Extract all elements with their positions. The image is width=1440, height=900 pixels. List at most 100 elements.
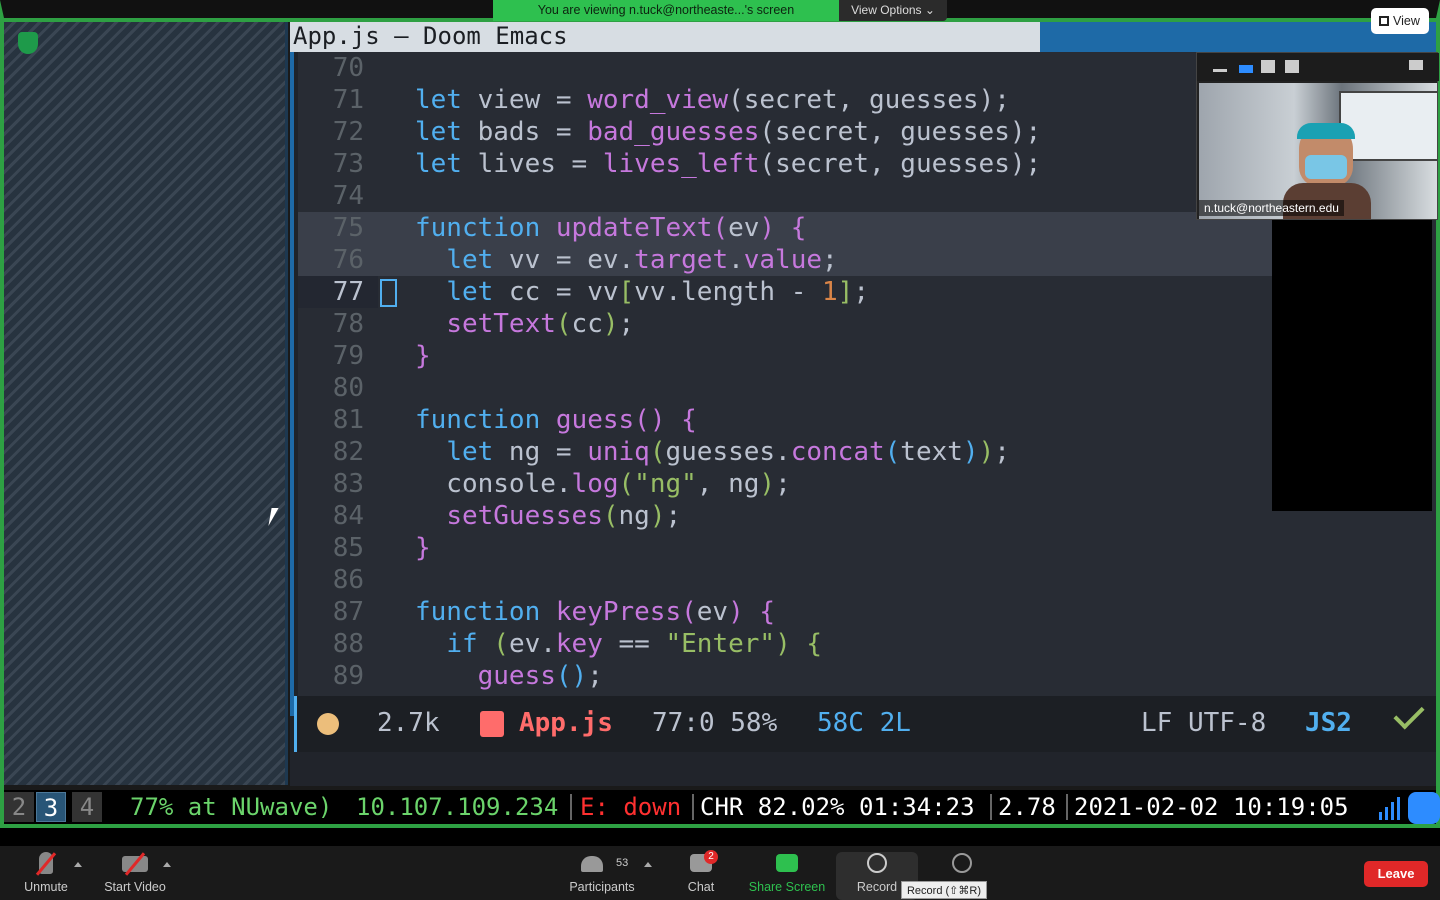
save-icon (480, 711, 504, 737)
participants-icon (581, 856, 603, 872)
participants-options-chevron-icon[interactable] (644, 862, 652, 867)
record-tooltip: Record (⇧⌘R) (901, 881, 987, 899)
participants-label: Participants (569, 880, 635, 894)
leave-meeting-button[interactable]: Leave (1364, 861, 1428, 887)
line-number: 86 (332, 565, 364, 595)
participants-button[interactable]: 53 Participants (562, 846, 642, 900)
grid-icon (1379, 16, 1389, 26)
minimize-icon[interactable] (1213, 69, 1227, 72)
pop-out-icon[interactable] (1409, 60, 1423, 70)
gallery-view-icon[interactable] (1285, 60, 1299, 73)
buffer-name: App.js (519, 708, 613, 738)
record-label: Record (856, 880, 898, 894)
code-text: if (ev.key == "Enter") { (446, 629, 823, 659)
record-button[interactable]: Record (848, 846, 906, 900)
video-overlay-area (1272, 220, 1432, 511)
code-line: 80 (298, 372, 1436, 404)
share-screen-icon (776, 854, 798, 872)
line-number: 75 (332, 213, 364, 243)
video-options-chevron-icon[interactable] (163, 862, 171, 867)
code-line: 81 function guess() { (298, 404, 1436, 436)
unmute-button[interactable]: Unmute (14, 846, 78, 900)
code-text: let lives = lives_left(secret, guesses); (415, 149, 1042, 179)
workspace-button[interactable]: 2 (4, 792, 34, 822)
chat-label: Chat (687, 880, 715, 894)
line-number: 80 (332, 373, 364, 403)
participant-video (1199, 83, 1437, 219)
emacs-title-bar: App.js — Doom Emacs (290, 22, 1040, 52)
share-screen-button[interactable]: Share Screen (744, 846, 830, 900)
ip-address: 10.107.109.234 (356, 793, 559, 821)
participants-count: 53 (616, 857, 629, 869)
text-cursor (380, 279, 397, 307)
load-average: 2.78 (998, 793, 1056, 821)
signal-strength-icon (1379, 797, 1400, 820)
battery-status: CHR 82.02% 01:34:23 (700, 793, 975, 821)
code-text: let ng = uniq(guesses.concat(text)); (446, 437, 1010, 467)
share-screen-label: Share Screen (748, 880, 826, 894)
code-line: 79} (298, 340, 1436, 372)
workspace-button-active[interactable]: 3 (36, 792, 66, 822)
code-text: function keyPress(ev) { (415, 597, 776, 627)
strip-view-icon[interactable] (1261, 60, 1275, 73)
view-button[interactable]: View (1371, 8, 1429, 34)
code-text: let cc = vv[vv.length - 1]; (446, 277, 869, 307)
code-text: let bads = bad_guesses(secret, guesses); (415, 117, 1042, 147)
code-text: function guess() { (415, 405, 697, 435)
video-panel-controls (1197, 53, 1439, 81)
shield-icon (18, 32, 38, 54)
code-line: 86 (298, 564, 1436, 596)
desktop-empty-pane (4, 22, 288, 785)
code-line: 87 function keyPress(ev) { (298, 596, 1436, 628)
code-line: 82 let ng = uniq(guesses.concat(text)); (298, 436, 1436, 468)
line-number: 79 (332, 341, 364, 371)
line-number: 89 (332, 661, 364, 691)
projector-screen (1339, 91, 1437, 161)
modified-indicator-icon (317, 713, 339, 735)
code-text: function updateText(ev) { (415, 213, 807, 243)
code-line: 83 console.log("ng", ng); (298, 468, 1436, 500)
line-number: 83 (332, 469, 364, 499)
window-focus-edge (290, 52, 294, 716)
selection-info: 58C 2L (817, 708, 911, 738)
chat-button[interactable]: Chat (676, 846, 726, 900)
clock: 2021-02-02 10:19:05 (1074, 793, 1349, 821)
screen-share-banner: You are viewing n.tuck@northeaste...'s s… (493, 0, 839, 21)
zoom-app-icon[interactable] (1408, 792, 1440, 824)
ethernet-status: E: down (580, 793, 682, 821)
view-options-button[interactable]: View Options ⌄ (839, 0, 947, 21)
line-number: 76 (332, 245, 364, 275)
current-line-number: 77 (298, 276, 378, 308)
line-number: 72 (332, 117, 364, 147)
line-number: 87 (332, 597, 364, 627)
line-number: 74 (332, 181, 364, 211)
record-icon (867, 853, 887, 873)
line-number: 85 (332, 533, 364, 563)
video-thumbnail-panel[interactable]: n.tuck@northeastern.edu (1196, 52, 1439, 220)
code-text: guess(); (477, 661, 603, 691)
code-line: 88 if (ev.key == "Enter") { (298, 628, 1436, 660)
speaker-view-icon[interactable] (1239, 65, 1253, 73)
line-number: 84 (332, 501, 364, 531)
code-line: 89 guess(); (298, 660, 1436, 692)
code-line-selected: 76 let vv = ev.target.value; (298, 244, 1272, 276)
start-video-label: Start Video (104, 880, 166, 894)
major-mode: JS2 (1305, 708, 1352, 738)
wifi-status: 77% at NUwave) (130, 793, 333, 821)
participant-headband (1297, 123, 1355, 139)
code-line: 85} (298, 532, 1436, 564)
code-text: } (415, 533, 431, 563)
workspace-button[interactable]: 4 (72, 792, 102, 822)
line-number: 82 (332, 437, 364, 467)
emacs-modeline: 2.7k App.js 77:0 58% 58C 2L LF UTF-8 JS2 (294, 696, 1436, 752)
audio-options-chevron-icon[interactable] (74, 862, 82, 867)
code-line-current: 77 let cc = vv[vv.length - 1]; (298, 276, 1436, 308)
view-button-label: View (1393, 14, 1420, 28)
line-number: 81 (332, 405, 364, 435)
code-line: 84 setGuesses(ng); (298, 500, 1436, 532)
separator (570, 794, 572, 820)
minibuffer[interactable] (290, 752, 1436, 786)
line-number: 78 (332, 309, 364, 339)
participant-mask (1305, 155, 1347, 179)
start-video-button[interactable]: Start Video (96, 846, 174, 900)
